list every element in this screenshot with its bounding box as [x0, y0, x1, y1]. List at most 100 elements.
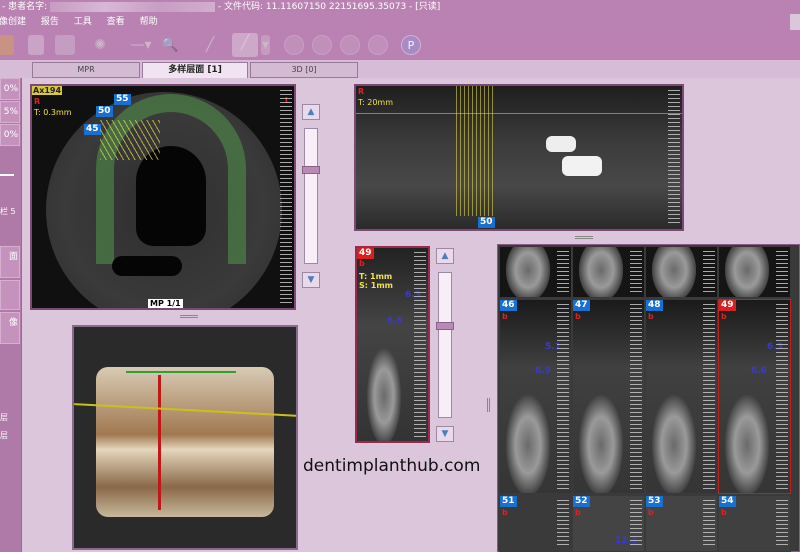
measurement[interactable]: 6.6 [387, 316, 403, 326]
line-tool-icon[interactable]: —▾ [126, 35, 156, 55]
menu-view[interactable]: 查看 [107, 17, 125, 27]
sidebar-button-panel[interactable]: 面 [0, 246, 20, 278]
menu-help[interactable]: 帮助 [140, 17, 158, 27]
axial-view[interactable]: Ax194 R L T: 0.3mm 55 50 45 MP 1/1 [30, 84, 296, 310]
orientation-label: b [359, 259, 365, 268]
3d-view[interactable] [72, 325, 298, 550]
sidebar-zoom-button-3[interactable]: 0% [0, 124, 20, 146]
pen-icon[interactable]: ╱ [200, 35, 220, 55]
sidebar: 0% 5% 0% 栏 5 面 像 层 层 [0, 78, 22, 552]
watermark: dentimplanthub.com [303, 456, 481, 476]
file-code: - 文件代码: 11.11607150 22151695.35073 [217, 2, 407, 12]
panoramic-view[interactable]: R T: 20mm 50 [354, 84, 684, 231]
patient-name-redacted [50, 1, 216, 12]
slider-thumb[interactable] [302, 166, 320, 174]
prev-frame-icon[interactable] [312, 35, 332, 55]
orientation-label: b [502, 508, 508, 517]
crown-restoration [562, 156, 602, 176]
cross-section-view[interactable]: 49 b T: 1mm S: 1mm 6.3 6.6 [355, 246, 430, 443]
orientation-label: b [648, 312, 654, 321]
slice-marker[interactable]: 45 [84, 124, 101, 135]
grid-cell-selected[interactable]: 49 b 6.3 6.6 [718, 299, 791, 494]
bone-section [367, 348, 401, 441]
orientation-right: R [34, 97, 41, 106]
play-icon[interactable] [340, 35, 360, 55]
thickness-label: T: 1mm [359, 272, 393, 281]
brightness-icon[interactable]: ✺ [90, 35, 110, 55]
sidebar-button-2[interactable] [0, 280, 20, 310]
tab-mpr[interactable]: MPR [32, 62, 140, 78]
patient-name-label: - 患者名字: [2, 2, 48, 12]
grid-cell[interactable]: 47 b [572, 299, 645, 494]
orientation-label: b [721, 508, 727, 517]
thickness-label: T: 20mm [358, 98, 394, 107]
grid-cell[interactable]: 53 b [645, 495, 718, 552]
menu-tools[interactable]: 工具 [74, 17, 92, 27]
slice-number: 49 [357, 248, 374, 259]
folder-icon[interactable] [0, 35, 14, 55]
arrow-up-icon[interactable]: ▲ [436, 248, 454, 264]
sidebar-button-image[interactable]: 像 [0, 312, 20, 344]
splitter-handle[interactable] [487, 398, 490, 412]
slice-marker[interactable]: 50 [96, 106, 113, 117]
menu-report[interactable]: 报告 [41, 17, 59, 27]
grid-cell[interactable]: 52 b 12.3 [572, 495, 645, 552]
orientation-label: b [721, 312, 727, 321]
orientation-label: b [648, 508, 654, 517]
ruler [414, 252, 426, 437]
splitter-handle[interactable] [575, 236, 593, 239]
help-icon[interactable]: P [401, 35, 421, 55]
slice-label: Ax194 [32, 86, 63, 95]
grid-cell-top[interactable] [499, 246, 572, 298]
last-frame-icon[interactable] [368, 35, 388, 55]
airway-region [112, 256, 182, 276]
print-icon[interactable] [55, 35, 75, 55]
arrow-down-icon[interactable]: ▼ [302, 272, 320, 288]
tab-3d[interactable]: 3D [0] [250, 62, 358, 78]
curve-tool-icon[interactable]: ╱ [232, 33, 258, 57]
tab-multi-slice[interactable]: 多样层面 [1] [142, 62, 248, 78]
slice-number: 46 [500, 300, 517, 311]
sidebar-zoom-button-2[interactable]: 5% [0, 101, 20, 123]
orientation-label: b [502, 312, 508, 321]
cross-section-slider[interactable]: ▲ ▼ [436, 248, 454, 442]
grid-cell[interactable]: 46 b 5.1 6.9 [499, 299, 572, 494]
crown-restoration [546, 136, 576, 152]
orientation-right: R [358, 87, 365, 96]
page-indicator: MP 1/1 [148, 299, 183, 308]
menu-image-create[interactable]: 图像创建 [0, 17, 26, 27]
slice-number: 49 [719, 300, 736, 311]
measurement[interactable]: 6.9 [535, 366, 551, 376]
axial-slice-slider[interactable]: ▲ ▼ [302, 104, 320, 290]
airway-region [136, 146, 206, 246]
slider-track[interactable] [438, 272, 452, 418]
grid-cell[interactable]: 51 b [499, 495, 572, 552]
slice-number: 48 [646, 300, 663, 311]
chevron-down-icon[interactable]: ▾ [261, 35, 270, 55]
grid-cell-top[interactable] [572, 246, 645, 298]
slice-number: 47 [573, 300, 590, 311]
zoom-icon[interactable]: 🔍 [160, 35, 180, 55]
axial-reference-line [356, 113, 682, 114]
sagittal-plane [158, 375, 161, 510]
slider-track[interactable] [304, 128, 318, 264]
slice-marker[interactable]: 55 [114, 94, 131, 105]
slider-thumb[interactable] [436, 322, 454, 330]
grid-cell[interactable]: 54 b [718, 495, 791, 552]
slice-marker[interactable]: 50 [478, 217, 495, 228]
grid-cell[interactable]: 48 b [645, 299, 718, 494]
document-icon[interactable] [28, 35, 44, 55]
arrow-up-icon[interactable]: ▲ [302, 104, 320, 120]
splitter-handle[interactable] [180, 315, 198, 318]
slice-number: 53 [646, 496, 663, 507]
grid-cell-top[interactable] [718, 246, 791, 298]
slice-number: 52 [573, 496, 590, 507]
arrow-down-icon[interactable]: ▼ [436, 426, 454, 442]
grid-cell-top[interactable] [645, 246, 718, 298]
3d-volume [96, 367, 274, 517]
slice-number: 54 [719, 496, 736, 507]
cross-section-grid: 46 b 5.1 6.9 47 b 48 b 49 b 6.3 6.6 51 b… [497, 244, 800, 552]
first-frame-icon[interactable] [284, 35, 304, 55]
measurement[interactable]: 6.6 [751, 366, 767, 376]
sidebar-zoom-button-1[interactable]: 0% [0, 78, 20, 100]
